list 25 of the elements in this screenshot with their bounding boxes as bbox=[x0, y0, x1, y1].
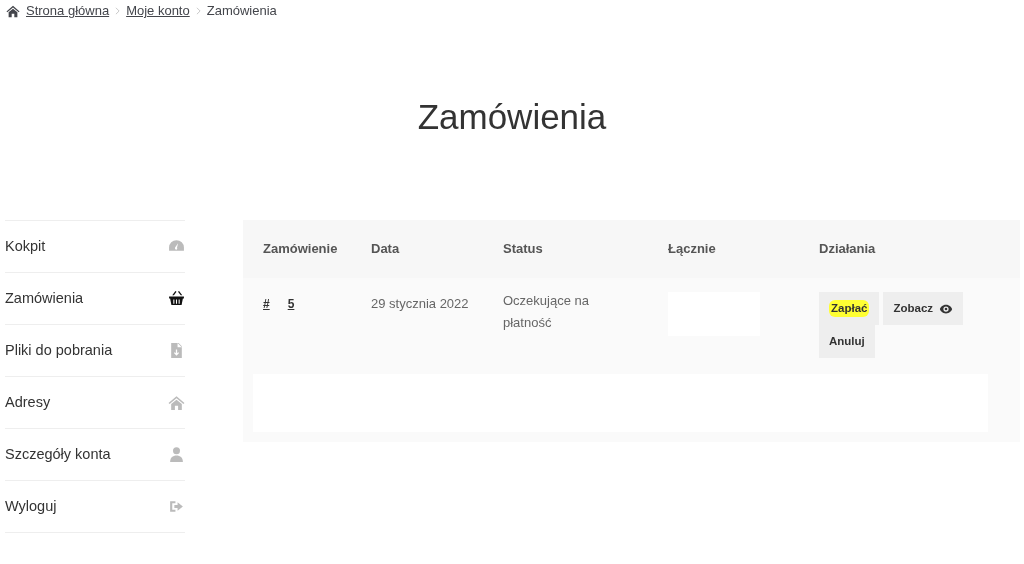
order-link[interactable]: # bbox=[263, 297, 270, 311]
sidebar-item[interactable]: Wyloguj bbox=[5, 481, 185, 533]
sidebar-item[interactable]: Kokpit bbox=[5, 221, 185, 273]
sidebar-item[interactable]: Adresy bbox=[5, 377, 185, 429]
column-header: Działania bbox=[818, 240, 877, 259]
column-header: Data bbox=[370, 240, 401, 259]
order-link[interactable]: 5 bbox=[287, 297, 295, 311]
column-header: Łącznie bbox=[667, 240, 717, 259]
column-header: Status bbox=[502, 240, 544, 259]
chevron-icon bbox=[115, 7, 121, 15]
action-button[interactable]: Anuluj bbox=[819, 325, 875, 358]
sidebar-item[interactable]: Zamówienia bbox=[5, 273, 185, 325]
page-title: Zamówienia bbox=[416, 96, 608, 138]
chevron-icon bbox=[195, 7, 201, 15]
breadcrumb-current: Zamówienia bbox=[206, 2, 277, 21]
table-cell-text: Oczekujące na płatność bbox=[502, 292, 590, 332]
action-button[interactable]: Zapłać bbox=[819, 292, 880, 325]
sidebar-item[interactable]: Szczegóły konta bbox=[5, 429, 185, 481]
column-header: Zamówienie bbox=[262, 240, 339, 259]
table-cell-text: 29 stycznia 2022 bbox=[370, 295, 470, 313]
breadcrumb-link[interactable]: Strona główna bbox=[26, 1, 110, 21]
sidebar-item[interactable]: Pliki do pobrania bbox=[5, 325, 185, 377]
action-button[interactable]: Zobacz bbox=[883, 292, 964, 325]
home-icon bbox=[6, 4, 20, 18]
breadcrumb-link[interactable]: Moje konto bbox=[126, 1, 190, 21]
